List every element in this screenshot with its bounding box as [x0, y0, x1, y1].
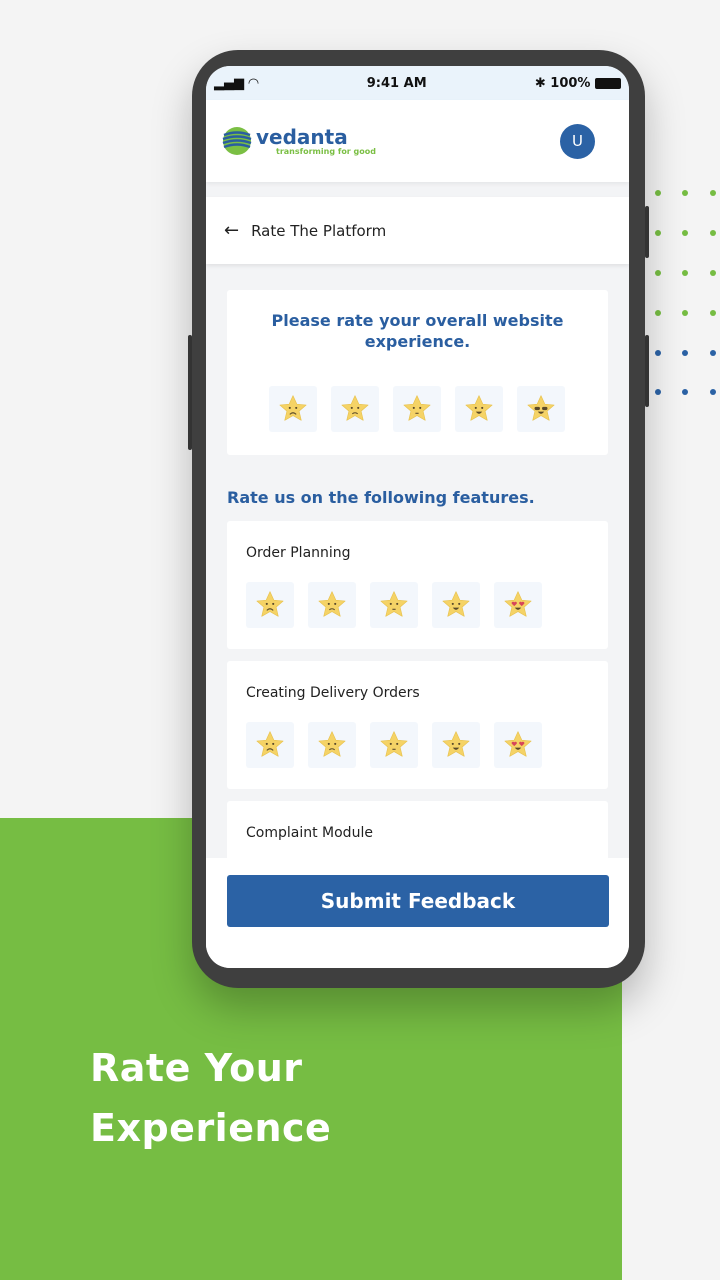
- overall-rating-card: Please rate your overall website experie…: [227, 290, 608, 455]
- overall-star-rating: [269, 386, 565, 432]
- back-arrow-icon[interactable]: ←: [224, 220, 239, 241]
- tagline-line2: Experience: [90, 1106, 332, 1150]
- star-rating-cool[interactable]: [517, 386, 565, 432]
- tagline-line1: Rate Your: [90, 1046, 303, 1090]
- status-right: ✱ 100%: [535, 76, 621, 91]
- signal-wifi-icon: ▂▄▆ ◠: [214, 75, 259, 91]
- decorative-dot: [655, 230, 661, 236]
- decorative-dot: [710, 190, 716, 196]
- features-title: Rate us on the following features.: [227, 488, 535, 507]
- decorative-dot: [682, 389, 688, 395]
- star-rating-neutral[interactable]: [370, 722, 418, 768]
- decorative-dot: [682, 230, 688, 236]
- star-rating-love[interactable]: [494, 722, 542, 768]
- decorative-dot: [682, 270, 688, 276]
- decorative-dot: [710, 270, 716, 276]
- avatar[interactable]: U: [560, 123, 595, 159]
- vedanta-logo[interactable]: vedanta transforming for good: [222, 126, 376, 156]
- logo-name: vedanta: [256, 124, 348, 149]
- star-neutral-icon: [380, 591, 408, 617]
- decorative-dot: [655, 389, 661, 395]
- star-sad-icon: [256, 731, 284, 757]
- star-rating-smile[interactable]: [432, 582, 480, 628]
- star-rating-frown[interactable]: [308, 722, 356, 768]
- phone-side-button: [188, 335, 192, 450]
- star-frown-icon: [318, 591, 346, 617]
- bluetooth-icon: ✱: [534, 75, 551, 91]
- feature-card-delivery-orders: Creating Delivery Orders: [227, 661, 608, 789]
- feature-label: Complaint Module: [246, 825, 373, 841]
- vedanta-logo-icon: [222, 127, 252, 155]
- star-rating-sad[interactable]: [269, 386, 317, 432]
- app-header: vedanta transforming for good U: [206, 100, 629, 182]
- star-rating-frown[interactable]: [331, 386, 379, 432]
- decorative-dot: [655, 270, 661, 276]
- star-rating-frown[interactable]: [308, 582, 356, 628]
- star-rating-smile[interactable]: [455, 386, 503, 432]
- star-smile-icon: [442, 731, 470, 757]
- star-rating-sad[interactable]: [246, 722, 294, 768]
- star-frown-icon: [341, 395, 369, 421]
- star-neutral-icon: [380, 731, 408, 757]
- feature-label: Creating Delivery Orders: [246, 685, 420, 701]
- star-neutral-icon: [403, 395, 431, 421]
- star-rating-neutral[interactable]: [370, 582, 418, 628]
- logo-tagline: transforming for good: [276, 146, 376, 156]
- submit-feedback-button[interactable]: Submit Feedback: [227, 875, 609, 927]
- decorative-dot: [710, 310, 716, 316]
- star-sad-icon: [256, 591, 284, 617]
- phone-side-button: [645, 206, 649, 258]
- status-time: 9:41 AM: [366, 75, 427, 91]
- decorative-dot: [655, 350, 661, 356]
- star-rating-love[interactable]: [494, 582, 542, 628]
- tagline: Rate Your Experience: [90, 1038, 331, 1158]
- phone-side-button: [645, 335, 649, 407]
- page-header: ← Rate The Platform: [206, 197, 629, 264]
- star-love-icon: [504, 591, 532, 617]
- feature-star-rating: [246, 582, 542, 628]
- feature-card-order-planning: Order Planning: [227, 521, 608, 649]
- star-rating-smile[interactable]: [432, 722, 480, 768]
- star-frown-icon: [318, 731, 346, 757]
- decorative-dot: [655, 190, 661, 196]
- star-rating-sad[interactable]: [246, 582, 294, 628]
- star-sad-icon: [279, 395, 307, 421]
- overall-question: Please rate your overall website experie…: [271, 311, 564, 351]
- decorative-dot: [655, 310, 661, 316]
- decorative-dot: [682, 350, 688, 356]
- star-smile-icon: [442, 591, 470, 617]
- star-love-icon: [504, 731, 532, 757]
- decorative-dot: [710, 389, 716, 395]
- battery-text: 100%: [550, 75, 591, 91]
- star-cool-icon: [527, 395, 555, 421]
- feature-star-rating: [246, 722, 542, 768]
- phone-screen: ▂▄▆ ◠ 9:41 AM ✱ 100% vedanta transforming…: [206, 66, 629, 968]
- decorative-dot: [710, 230, 716, 236]
- star-rating-neutral[interactable]: [393, 386, 441, 432]
- decorative-dot: [710, 350, 716, 356]
- decorative-dot: [682, 310, 688, 316]
- feature-label: Order Planning: [246, 545, 351, 561]
- battery-icon: [594, 77, 621, 89]
- bottom-bar: Submit Feedback: [206, 858, 629, 968]
- status-bar: ▂▄▆ ◠ 9:41 AM ✱ 100%: [206, 66, 629, 100]
- page-title: Rate The Platform: [251, 221, 387, 240]
- star-smile-icon: [465, 395, 493, 421]
- decorative-dot: [682, 190, 688, 196]
